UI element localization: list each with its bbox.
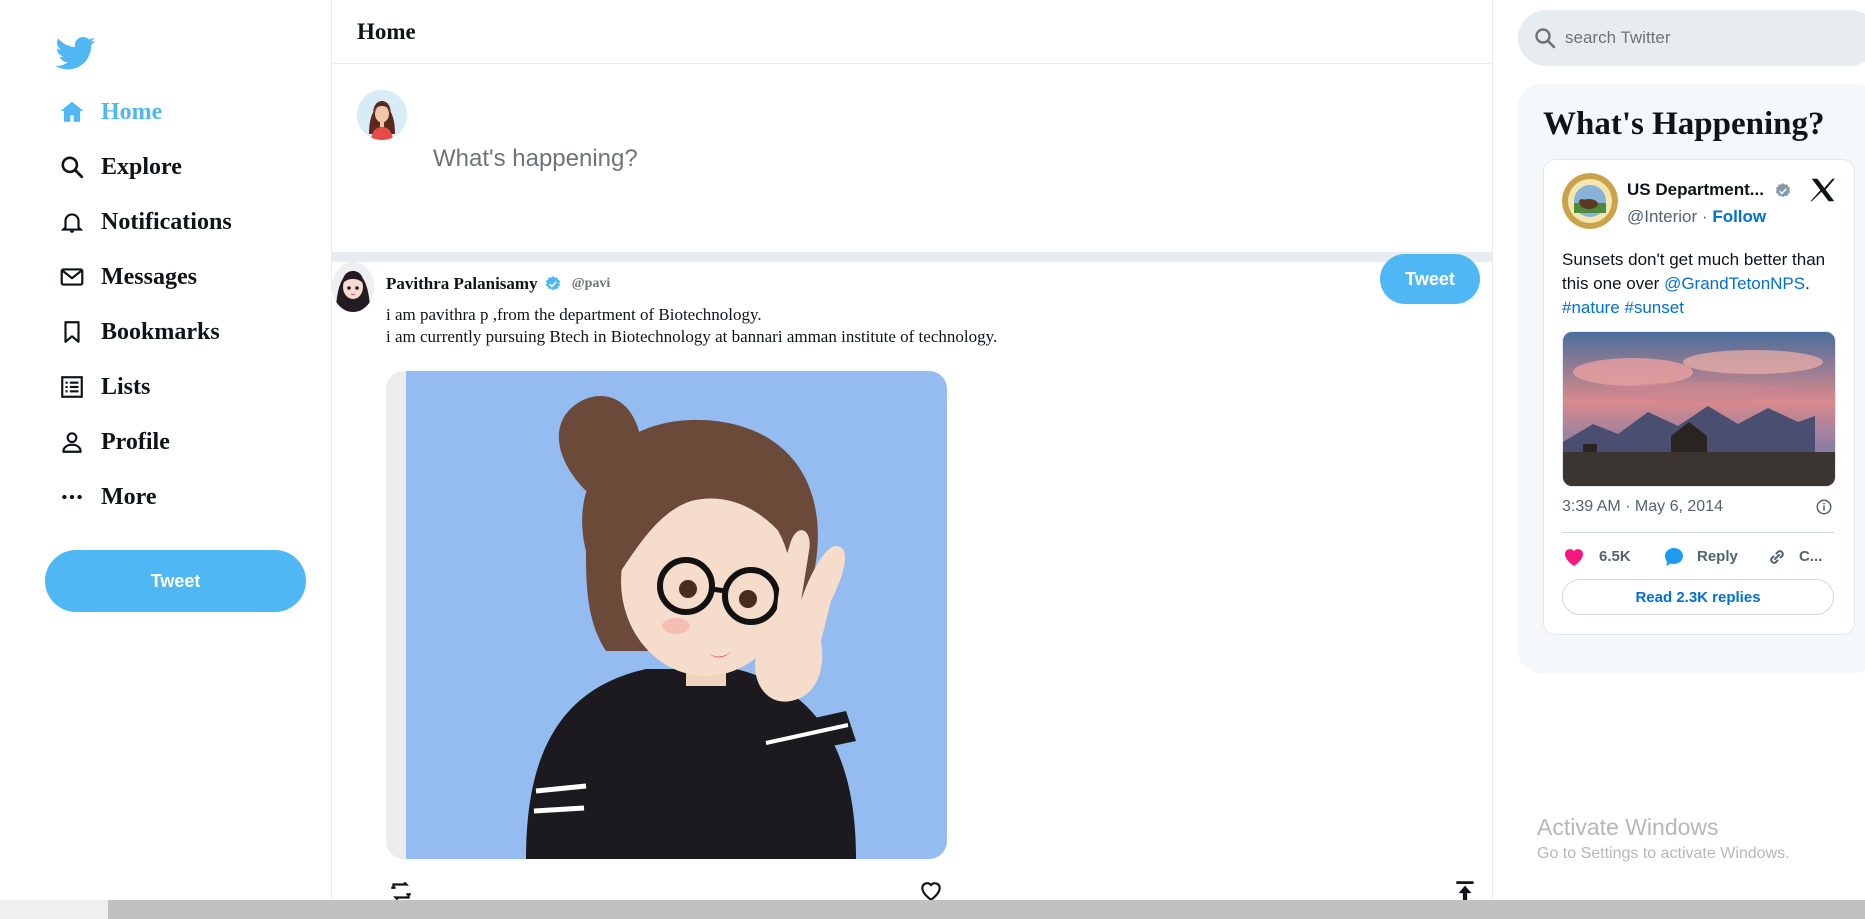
tweet-image[interactable] — [386, 371, 947, 859]
tweet-text-line: i am pavithra p ,from the department of … — [386, 305, 762, 324]
author-name[interactable]: Pavithra Palanisamy — [386, 274, 538, 294]
sidebar-item-label: Notifications — [101, 208, 232, 235]
like-count[interactable]: 6.5K — [1599, 548, 1631, 565]
avatar[interactable] — [357, 90, 407, 140]
sidebar-item-home[interactable]: Home — [58, 90, 162, 134]
sidebar-item-messages[interactable]: Messages — [58, 255, 197, 299]
search-input[interactable] — [1563, 27, 1865, 49]
org-handle[interactable]: @Interior — [1627, 207, 1697, 226]
copy-link-label[interactable]: C... — [1799, 548, 1822, 565]
x-logo-icon[interactable] — [1808, 175, 1838, 205]
sidebar-item-explore[interactable]: Explore — [58, 145, 182, 189]
horizontal-scrollbar[interactable] — [0, 900, 1865, 919]
link-icon[interactable] — [1765, 545, 1789, 569]
sidebar: Home Explore Notifications Messages Book… — [0, 0, 332, 919]
embed-photo[interactable] — [1562, 331, 1836, 487]
sidebar-item-bookmarks[interactable]: Bookmarks — [58, 310, 220, 354]
twitter-logo-icon[interactable] — [56, 33, 96, 73]
sidebar-item-label: Messages — [101, 263, 197, 290]
feed-header: Home — [332, 0, 1492, 64]
sidebar-item-lists[interactable]: Lists — [58, 365, 150, 409]
embed-actions: 6.5K Reply C... — [1562, 544, 1842, 570]
embed-tweet-text: Sunsets don't get much better than this … — [1562, 248, 1847, 320]
watermark-line: Activate Windows — [1537, 814, 1719, 840]
sidebar-item-label: More — [101, 483, 157, 510]
sidebar-item-label: Home — [101, 98, 163, 125]
sidebar-item-label: Profile — [101, 428, 170, 455]
list-icon — [58, 373, 86, 401]
person-icon — [58, 428, 86, 456]
heart-filled-icon[interactable] — [1562, 545, 1586, 569]
sidebar-tweet-button[interactable]: Tweet — [45, 550, 306, 612]
compose-input[interactable] — [431, 144, 1335, 174]
org-handle-line: @Interior · Follow — [1627, 207, 1766, 227]
sidebar-item-label: Explore — [101, 153, 182, 180]
scrollbar-thumb[interactable] — [108, 900, 1865, 919]
embedded-tweet-card[interactable]: US Department... @Interior · Follow Suns… — [1543, 159, 1855, 635]
sidebar-item-label: Bookmarks — [101, 318, 220, 345]
follow-link[interactable]: Follow — [1712, 207, 1766, 226]
search-bar[interactable] — [1518, 10, 1865, 66]
right-column: What's Happening? US Department... @Inte… — [1493, 0, 1865, 919]
search-icon — [1535, 28, 1556, 49]
sidebar-item-more[interactable]: More — [58, 475, 157, 519]
bell-icon — [58, 208, 86, 236]
verified-badge-icon — [545, 276, 560, 291]
embed-text: . — [1805, 274, 1810, 293]
compose-tweet-button[interactable]: Tweet — [1380, 254, 1480, 304]
embed-timestamp[interactable]: 3:39 AM · May 6, 2014 — [1562, 498, 1723, 516]
reply-bubble-icon[interactable] — [1662, 545, 1686, 569]
windows-activation-watermark: Activate Windows Go to Settings to activ… — [1537, 814, 1790, 863]
org-avatar[interactable] — [1562, 173, 1618, 229]
tweet-composer: Tweet — [332, 64, 1492, 304]
reply-label[interactable]: Reply — [1697, 548, 1738, 565]
read-replies-button[interactable]: Read 2.3K replies — [1562, 579, 1834, 615]
search-icon — [58, 153, 86, 181]
separator: · — [1701, 207, 1708, 226]
avatar[interactable] — [332, 262, 374, 312]
tweet-text: i am pavithra p ,from the department of … — [386, 304, 997, 348]
author-handle[interactable]: @pavi — [572, 276, 611, 292]
info-icon[interactable] — [1815, 498, 1833, 516]
watermark-line: Go to Settings to activate Windows. — [1537, 845, 1790, 862]
tweet-header: Pavithra Palanisamy @pavi — [386, 274, 610, 294]
sidebar-item-label: Lists — [101, 373, 151, 400]
bookmark-icon — [58, 318, 86, 346]
feed: Home Tweet — [332, 0, 1493, 901]
org-name[interactable]: US Department... — [1627, 180, 1764, 200]
mention-link[interactable]: @GrandTetonNPS — [1664, 274, 1805, 293]
widget-title: What's Happening? — [1543, 106, 1825, 142]
tweet-text-line: i am currently pursuing Btech in Biotech… — [386, 327, 998, 346]
mail-icon — [58, 263, 86, 291]
sidebar-item-notifications[interactable]: Notifications — [58, 200, 232, 244]
verified-badge-icon — [1775, 183, 1791, 198]
hashtag-links[interactable]: #nature #sunset — [1562, 298, 1684, 317]
sidebar-item-profile[interactable]: Profile — [58, 420, 170, 464]
more-icon — [58, 483, 86, 511]
home-icon — [58, 98, 86, 126]
page-title: Home — [357, 18, 416, 44]
divider — [1562, 532, 1834, 533]
